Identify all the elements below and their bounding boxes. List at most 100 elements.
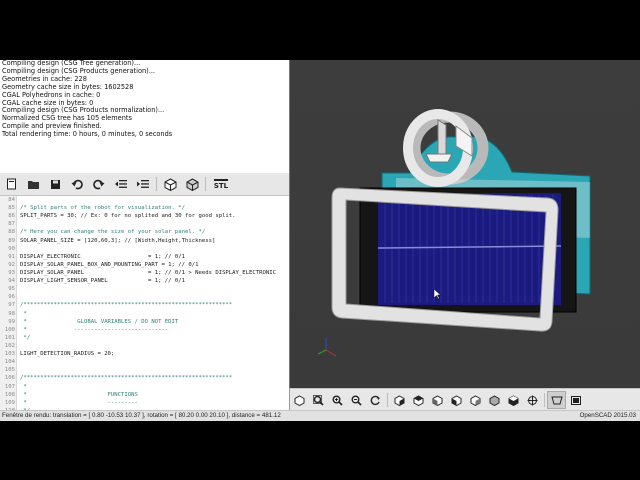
indent-icon[interactable]: [132, 174, 154, 194]
line-number: 87: [8, 221, 15, 228]
line-text: * ----------------------------: [20, 326, 169, 333]
line-number: 96: [8, 294, 15, 301]
line-text: LIGHT_DETECTION_RADIUS = 20;: [20, 351, 115, 358]
orthogonal-icon[interactable]: [566, 391, 585, 409]
new-file-icon[interactable]: [0, 174, 22, 194]
code-line[interactable]: 95: [0, 285, 289, 293]
code-line[interactable]: 87: [0, 220, 289, 228]
code-line[interactable]: 90: [0, 245, 289, 253]
view-center-icon[interactable]: [523, 391, 542, 409]
code-line[interactable]: 96: [0, 293, 289, 301]
line-text: /***************************************…: [20, 375, 233, 382]
view-bottom-icon[interactable]: [428, 391, 447, 409]
line-number: 86: [8, 213, 15, 220]
preview-icon[interactable]: [159, 174, 181, 194]
viewport-toolbar: [289, 388, 640, 411]
reset-view-icon[interactable]: [366, 391, 385, 409]
code-line[interactable]: 101 */: [0, 334, 289, 342]
view-right-icon[interactable]: [390, 391, 409, 409]
line-text: * FUNCTIONS: [20, 391, 138, 398]
line-number: 88: [8, 229, 15, 236]
code-line[interactable]: 91 DISPLAY_ELECTRONIC = 1; // 0/1: [0, 253, 289, 261]
code-line[interactable]: 106 /************************************…: [0, 374, 289, 382]
line-number: 103: [4, 351, 15, 358]
zoom-out-icon[interactable]: [347, 391, 366, 409]
code-line[interactable]: 103 LIGHT_DETECTION_RADIUS = 20;: [0, 350, 289, 358]
save-icon[interactable]: [44, 174, 66, 194]
line-number: 89: [8, 237, 15, 244]
code-line[interactable]: 88 /* Here you can change the size of you…: [0, 228, 289, 236]
render-preview-icon[interactable]: [290, 391, 309, 409]
line-number: 102: [4, 342, 15, 349]
app-version: OpenSCAD 2015.03: [579, 412, 636, 419]
line-text: SOLAR_PANEL_SIZE = [120,60,3]; // [Width…: [20, 237, 216, 244]
line-number: 104: [4, 359, 15, 366]
code-area[interactable]: 84 85 /* Split parts of the robot for visu…: [0, 196, 289, 410]
code-line[interactable]: 108 * FUNCTIONS: [0, 391, 289, 399]
view-diagonal-icon[interactable]: [504, 391, 523, 409]
code-line[interactable]: 92 DISPLAY_SOLAR_PANEL_BOX_AND_MOUNTING_P…: [0, 261, 289, 269]
code-line[interactable]: 100 * ----------------------------: [0, 326, 289, 334]
code-line[interactable]: 89 SOLAR_PANEL_SIZE = [120,60,3]; // [Wid…: [0, 237, 289, 245]
code-line[interactable]: 97 /*************************************…: [0, 301, 289, 309]
undo-icon[interactable]: [66, 174, 88, 194]
line-text: DISPLAY_SOLAR_PANEL = 1; // 0/1 > Needs …: [20, 269, 276, 276]
code-line[interactable]: 94 DISPLAY_LIGHT_SENSOR_PANEL = 1; // 0/1: [0, 277, 289, 285]
line-number: 85: [8, 205, 15, 212]
line-text: /* Split parts of the robot for visualiz…: [20, 205, 186, 212]
code-line[interactable]: 109 * ---------: [0, 399, 289, 407]
render-icon[interactable]: [181, 174, 203, 194]
code-line[interactable]: 85 /* Split parts of the robot for visual…: [0, 204, 289, 212]
line-number: 98: [8, 310, 15, 317]
line-text: *: [20, 310, 27, 317]
3d-model-render: [317, 109, 591, 357]
line-number: 109: [4, 399, 15, 406]
line-text: * ---------: [20, 399, 138, 406]
perspective-icon[interactable]: [547, 391, 566, 409]
view-top-icon[interactable]: [409, 391, 428, 409]
zoom-in-icon[interactable]: [328, 391, 347, 409]
toolbar-separator: [205, 177, 206, 191]
toolbar-separator: [387, 393, 388, 407]
line-number: 101: [4, 334, 15, 341]
console-output: Compiling design (CSG Tree generation)..…: [0, 60, 289, 174]
line-text: *: [20, 383, 27, 390]
code-line[interactable]: 84: [0, 196, 289, 204]
line-number: 93: [8, 269, 15, 276]
viewport-status-text: Fenêtre de rendu: translation = [ 0.80 -…: [2, 412, 281, 419]
openscad-window: Compiling design (CSG Tree generation)..…: [0, 60, 640, 421]
line-text: DISPLAY_LIGHT_SENSOR_PANEL = 1; // 0/1: [20, 278, 186, 285]
line-number: 95: [8, 286, 15, 293]
code-line[interactable]: 86 SPLIT_PARTS = 30; // Ex: 0 for no spli…: [0, 212, 289, 220]
export-stl-icon[interactable]: STL: [208, 174, 234, 194]
line-number: 105: [4, 367, 15, 374]
line-number: 99: [8, 318, 15, 325]
view-back-icon[interactable]: [485, 391, 504, 409]
axes-indicator: [317, 338, 337, 357]
code-line[interactable]: 102: [0, 342, 289, 350]
status-bar: Fenêtre de rendu: translation = [ 0.80 -…: [0, 410, 640, 421]
code-line[interactable]: 104: [0, 358, 289, 366]
view-all-icon[interactable]: [309, 391, 328, 409]
line-text: /* Here you can change the size of your …: [20, 229, 206, 236]
3d-viewport[interactable]: [289, 60, 640, 388]
toolbar-separator: [156, 177, 157, 191]
code-line[interactable]: 105: [0, 366, 289, 374]
view-front-icon[interactable]: [466, 391, 485, 409]
view-left-icon[interactable]: [447, 391, 466, 409]
code-line[interactable]: 99 * GLOBAL VARIABLES / DO NOT EDIT: [0, 318, 289, 326]
line-number: 108: [4, 391, 15, 398]
code-line[interactable]: 107 *: [0, 383, 289, 391]
editor-toolbar: STL: [0, 173, 289, 196]
line-number: 107: [4, 383, 15, 390]
redo-icon[interactable]: [88, 174, 110, 194]
code-editor[interactable]: 84 85 /* Split parts of the robot for visu…: [0, 196, 289, 410]
line-text: SPLIT_PARTS = 30; // Ex: 0 for no splite…: [20, 213, 236, 220]
code-line[interactable]: 93 DISPLAY_SOLAR_PANEL = 1; // 0/1 > Need…: [0, 269, 289, 277]
unindent-icon[interactable]: [110, 174, 132, 194]
line-text: * GLOBAL VARIABLES / DO NOT EDIT: [20, 318, 179, 325]
line-number: 90: [8, 245, 15, 252]
open-file-icon[interactable]: [22, 174, 44, 194]
code-line[interactable]: 98 *: [0, 310, 289, 318]
toolbar-separator: [544, 393, 545, 407]
